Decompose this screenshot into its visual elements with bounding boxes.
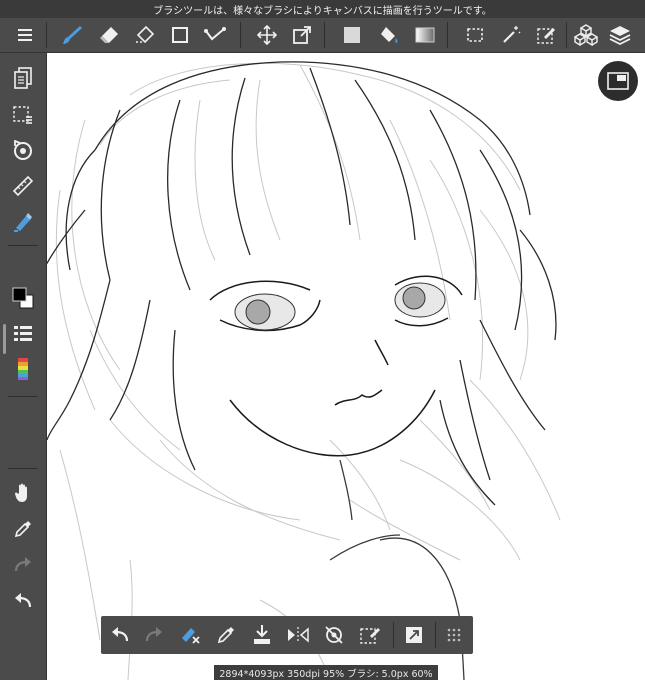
brush-icon <box>63 26 82 44</box>
hand-tool-button[interactable] <box>8 479 38 507</box>
magic-wand-icon <box>503 26 521 43</box>
move-icon <box>257 25 277 45</box>
blur-eraser-icon <box>136 25 155 44</box>
material-icon <box>574 24 598 46</box>
more-icon <box>447 628 461 642</box>
rotate-view-button[interactable] <box>8 137 38 165</box>
color-button[interactable] <box>8 284 38 312</box>
gradient-icon <box>415 27 435 43</box>
brush-list-icon <box>14 326 32 341</box>
menu-icon <box>18 29 32 41</box>
eyedropper-button[interactable] <box>8 515 38 543</box>
ruler-button[interactable] <box>8 172 38 200</box>
command-eyedropper-button[interactable] <box>211 620 241 650</box>
redo-icon <box>145 627 162 642</box>
command-deselect-button[interactable] <box>175 620 205 650</box>
selection-layer-button[interactable] <box>8 101 38 129</box>
reset-rotation-icon <box>325 626 343 644</box>
command-quick-edit-button[interactable] <box>399 620 429 650</box>
pen-setting-button[interactable] <box>8 208 38 236</box>
eraser-tool-button[interactable] <box>94 20 124 50</box>
select-pen-tool-button[interactable] <box>531 20 561 50</box>
correction-icon <box>204 27 226 41</box>
fill-rect-icon <box>344 27 360 43</box>
move-tool-button[interactable] <box>252 20 282 50</box>
color-icon <box>12 287 34 309</box>
brush-list-button[interactable] <box>8 320 38 348</box>
clear-selection-icon <box>360 628 380 644</box>
command-more-button[interactable] <box>439 620 469 650</box>
tool-tooltip-text: ブラシツールは、様々なブラシによりキャンバスに描画を行うツールです。 <box>153 5 492 17</box>
pages-icon <box>14 67 32 89</box>
fill-tool-button[interactable] <box>374 20 404 50</box>
gradient-tool-button[interactable] <box>410 20 440 50</box>
rotate-view-icon <box>14 140 32 160</box>
pages-button[interactable] <box>8 64 38 92</box>
transform-tool-button[interactable] <box>287 20 317 50</box>
redo-button[interactable] <box>8 551 38 579</box>
menu-button[interactable] <box>10 20 40 50</box>
transform-icon <box>293 26 311 44</box>
command-import-button[interactable] <box>247 620 277 650</box>
canvas-info-bar: 2894*4093px 350dpi 95% ブラシ: 5.0px 60% <box>214 665 438 680</box>
deselect-icon <box>182 628 200 644</box>
correction-tool-button[interactable] <box>200 20 230 50</box>
palette-icon <box>18 358 28 380</box>
command-reset-rotation-button[interactable] <box>319 620 349 650</box>
ruler-icon <box>12 175 34 197</box>
undo-icon <box>15 593 32 608</box>
navigator-button[interactable] <box>598 61 638 101</box>
selection-layer-icon <box>13 106 32 124</box>
eraser-icon <box>100 27 118 43</box>
navigator-icon <box>607 72 629 90</box>
hand-icon <box>15 483 27 502</box>
eyedropper-icon <box>217 627 234 644</box>
palette-button[interactable] <box>8 355 38 383</box>
top-toolbar <box>0 18 645 53</box>
material-button[interactable] <box>571 20 601 50</box>
figure-tool-button[interactable] <box>165 20 195 50</box>
flip-horizontal-icon <box>288 627 309 643</box>
undo-icon <box>112 627 129 642</box>
select-pen-icon <box>537 28 555 44</box>
command-clear-selection-button[interactable] <box>355 620 385 650</box>
left-toolbar-scroll-handle[interactable] <box>3 324 6 354</box>
fill-color-button[interactable] <box>337 20 367 50</box>
rectangle-icon <box>172 27 188 43</box>
layers-icon <box>609 26 631 46</box>
quick-edit-icon <box>406 627 422 643</box>
bucket-icon <box>381 27 398 43</box>
status-bar: ブラシツールは、様々なブラシによりキャンバスに描画を行うツールです。 <box>0 0 645 18</box>
canvas-info-text: 2894*4093px 350dpi 95% ブラシ: 5.0px 60% <box>219 668 433 680</box>
selection-tool-button[interactable] <box>460 20 490 50</box>
redo-icon <box>14 557 31 572</box>
brush-tool-button[interactable] <box>57 20 87 50</box>
blur-eraser-tool-button[interactable] <box>129 20 159 50</box>
layers-button[interactable] <box>605 20 635 50</box>
sketch-artwork <box>47 61 561 680</box>
auto-select-tool-button[interactable] <box>496 20 526 50</box>
undo-button[interactable] <box>8 587 38 615</box>
drawing-canvas[interactable] <box>47 53 645 680</box>
command-undo-button[interactable] <box>105 620 135 650</box>
selection-icon <box>467 28 483 42</box>
eyedropper-icon <box>14 521 31 538</box>
command-bar <box>101 616 473 654</box>
left-toolbar <box>0 52 47 680</box>
command-flip-horizontal-button[interactable] <box>283 620 313 650</box>
pen-icon <box>14 213 32 232</box>
import-icon <box>254 625 270 644</box>
command-redo-button[interactable] <box>139 620 169 650</box>
